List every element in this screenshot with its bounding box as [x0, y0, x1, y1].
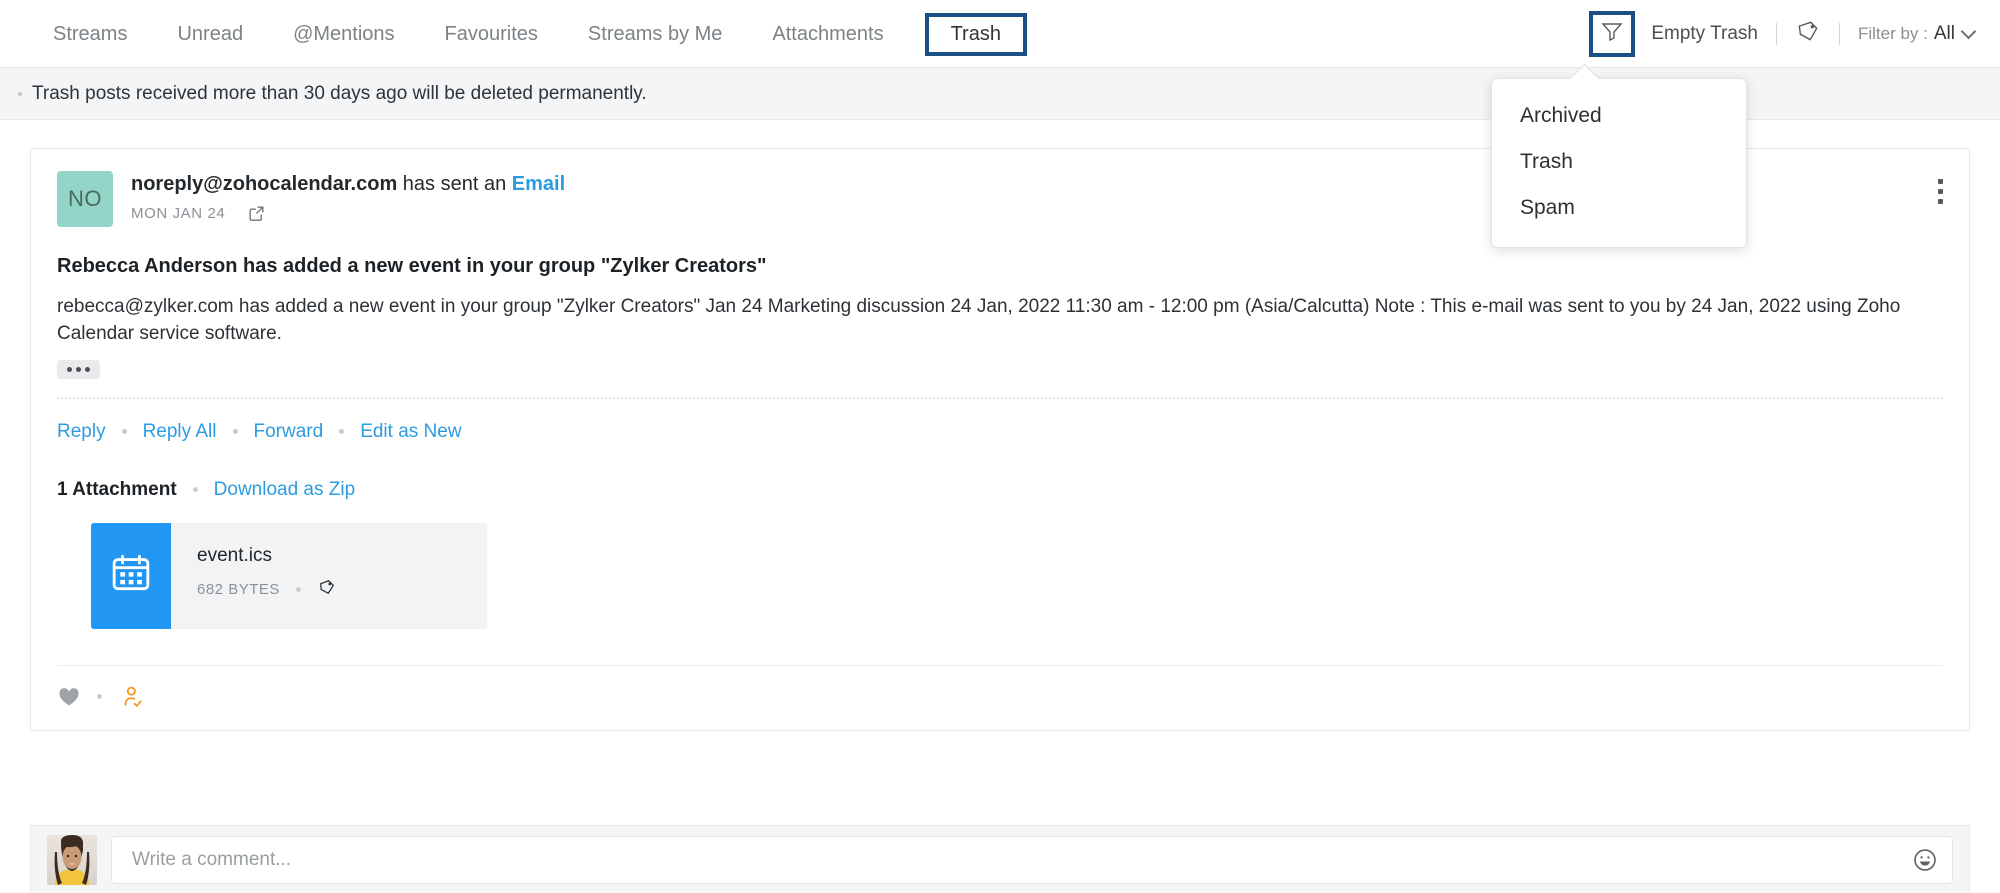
bullet-dot-icon — [193, 487, 198, 492]
post-sender-line: noreply@zohocalendar.com has sent an Ema… — [131, 173, 565, 196]
tab-unread[interactable]: Unread — [152, 0, 268, 68]
funnel-filter-button[interactable] — [1589, 11, 1635, 57]
bullet-dot-icon — [339, 429, 344, 434]
post-kind-link[interactable]: Email — [512, 173, 565, 195]
reply-button[interactable]: Reply — [57, 421, 106, 443]
more-options-icon — [1938, 189, 1943, 194]
ellipsis-expand-icon — [67, 367, 72, 372]
post-sender-suffix: has sent an — [403, 173, 506, 195]
tab-mentions[interactable]: @Mentions — [268, 0, 419, 68]
funnel-filter-icon — [1600, 19, 1624, 48]
menu-item-archived[interactable]: Archived — [1492, 93, 1746, 139]
more-options-icon — [1938, 199, 1943, 204]
empty-trash-button[interactable]: Empty Trash — [1651, 23, 1758, 45]
tab-trash-label: Trash — [951, 23, 1001, 45]
tag-icon[interactable] — [317, 577, 337, 602]
bullet-dot-icon — [122, 429, 127, 434]
menu-item-trash[interactable]: Trash — [1492, 139, 1746, 185]
menu-item-spam[interactable]: Spam — [1492, 185, 1746, 231]
attachments-header: 1 Attachment Download as Zip — [57, 479, 1943, 501]
divider — [1839, 23, 1840, 45]
filter-by-dropdown[interactable]: Filter by : All — [1858, 23, 1974, 45]
tab-trash[interactable]: Trash — [925, 0, 1027, 68]
post-actions: Reply Reply All Forward Edit as New — [57, 399, 1943, 443]
expand-post-button[interactable] — [57, 360, 100, 379]
post-sender[interactable]: noreply@zohocalendar.com — [131, 173, 397, 195]
nav-right-controls: Empty Trash Filter by : All — [1589, 0, 2000, 67]
attachment-file-size: 682 BYTES — [197, 581, 280, 598]
trash-notice-text: Trash posts received more than 30 days a… — [32, 83, 647, 105]
attachment-thumbnail — [91, 523, 171, 629]
filter-by-value: All — [1934, 23, 1955, 45]
tab-list: Streams Unread @Mentions Favourites Stre… — [0, 0, 1037, 67]
avatar[interactable] — [47, 835, 97, 885]
post-header-text: noreply@zohocalendar.com has sent an Ema… — [131, 171, 565, 223]
forward-button[interactable]: Forward — [254, 421, 324, 443]
tag-icon — [1795, 18, 1821, 49]
attachment-file-name: event.ics — [197, 545, 487, 567]
post-title: Rebecca Anderson has added a new event i… — [57, 255, 1943, 278]
filter-by-label: Filter by : — [1858, 24, 1928, 44]
external-link-icon[interactable] — [247, 204, 266, 223]
bullet-dot-icon — [296, 587, 301, 592]
app-window: Streams Unread @Mentions Favourites Stre… — [0, 0, 2000, 893]
post-meta-line: MON JAN 24 — [131, 204, 565, 223]
download-as-zip-button[interactable]: Download as Zip — [214, 479, 356, 501]
ellipsis-expand-icon — [76, 367, 81, 372]
tag-button[interactable] — [1795, 18, 1821, 49]
tab-streams-by-me[interactable]: Streams by Me — [563, 0, 747, 68]
comment-bar — [30, 825, 1970, 893]
chevron-down-icon — [1961, 24, 1977, 40]
tab-streams[interactable]: Streams — [28, 0, 152, 68]
comment-input-wrapper — [111, 836, 1953, 884]
ellipsis-expand-icon — [85, 367, 90, 372]
edit-as-new-button[interactable]: Edit as New — [360, 421, 461, 443]
post-date: MON JAN 24 — [131, 205, 225, 222]
calendar-file-icon — [108, 550, 154, 601]
post-more-options-button[interactable] — [1934, 175, 1947, 208]
divider — [1776, 23, 1777, 45]
bullet-dot-icon — [233, 429, 238, 434]
post-body: rebecca@zylker.com has added a new event… — [57, 294, 1943, 348]
tab-attachments[interactable]: Attachments — [747, 0, 908, 68]
avatar: NO — [57, 171, 113, 227]
attachment-count: 1 Attachment — [57, 479, 177, 501]
reply-all-button[interactable]: Reply All — [143, 421, 217, 443]
tab-favourites[interactable]: Favourites — [420, 0, 563, 68]
attachment-subline: 682 BYTES — [197, 577, 487, 602]
bullet-dot-icon — [97, 694, 102, 699]
bullet-dot-icon — [18, 92, 22, 96]
more-options-icon — [1938, 179, 1943, 184]
attachment-info: event.ics 682 BYTES — [171, 523, 487, 629]
post-reactions — [57, 666, 1943, 730]
filter-dropdown-menu: Archived Trash Spam — [1491, 78, 1747, 248]
top-navigation-bar: Streams Unread @Mentions Favourites Stre… — [0, 0, 2000, 68]
person-check-icon[interactable] — [120, 684, 146, 710]
attachment-item[interactable]: event.ics 682 BYTES — [91, 523, 487, 629]
avatar-initials: NO — [68, 186, 102, 212]
user-photo-avatar — [47, 835, 97, 885]
comment-input[interactable] — [130, 837, 1934, 883]
heart-icon[interactable] — [57, 685, 81, 709]
smiley-emoji-icon[interactable] — [1912, 847, 1938, 873]
tab-trash-highlight: Trash — [925, 13, 1027, 56]
